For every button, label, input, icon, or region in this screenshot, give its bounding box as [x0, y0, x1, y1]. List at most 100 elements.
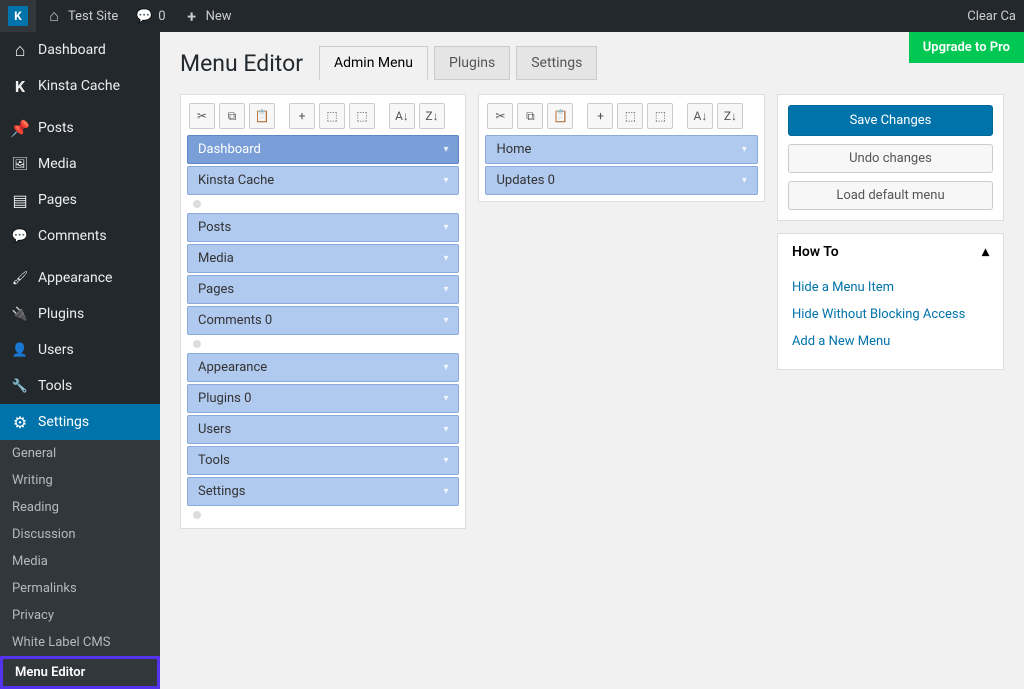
- toolbar-btn-1[interactable]: ⧉: [219, 103, 245, 129]
- tab-settings[interactable]: Settings: [516, 46, 597, 80]
- sidebar-item-appearance[interactable]: Appearance: [0, 260, 160, 296]
- menu-item-label: Dashboard: [198, 142, 261, 157]
- menu-item-comments-0[interactable]: Comments 0▾: [187, 306, 459, 335]
- wp-logo-icon: K: [8, 6, 28, 26]
- sidebar-subitem-privacy[interactable]: Privacy: [0, 602, 160, 629]
- sidebar-subitem-media[interactable]: Media: [0, 548, 160, 575]
- expand-icon: ▾: [443, 486, 448, 497]
- menu-separator[interactable]: [187, 508, 459, 522]
- media-icon: [10, 154, 30, 174]
- expand-icon: ▾: [742, 144, 747, 155]
- howto-link[interactable]: Hide Without Blocking Access: [792, 301, 989, 328]
- tab-plugins[interactable]: Plugins: [434, 46, 510, 80]
- expand-icon: ▾: [443, 253, 448, 264]
- menu-separator[interactable]: [187, 197, 459, 211]
- expand-icon: ▾: [443, 393, 448, 404]
- sidebar-subitem-menu-editor[interactable]: Menu Editor: [0, 656, 160, 689]
- undo-button[interactable]: Undo changes: [788, 144, 993, 173]
- sidebar-item-label: Media: [38, 156, 77, 172]
- menu-item-kinsta-cache[interactable]: Kinsta Cache▾: [187, 166, 459, 195]
- menu-item-label: Posts: [198, 220, 231, 235]
- toolbar-btn-5[interactable]: ⬚: [647, 103, 673, 129]
- load-default-button[interactable]: Load default menu: [788, 181, 993, 210]
- sidebar-item-posts[interactable]: Posts: [0, 110, 160, 146]
- menu-item-label: Media: [198, 251, 234, 266]
- pin-icon: [10, 118, 30, 138]
- menu-item-dashboard[interactable]: Dashboard▾: [187, 135, 459, 164]
- howto-toggle[interactable]: How To ▴: [778, 234, 1003, 270]
- toolbar-btn-4[interactable]: ⬚: [617, 103, 643, 129]
- toolbar-btn-5[interactable]: ⬚: [349, 103, 375, 129]
- sidebar-subitem-general[interactable]: General: [0, 440, 160, 467]
- sidebar-item-media[interactable]: Media: [0, 146, 160, 182]
- toolbar-btn-1[interactable]: ⧉: [517, 103, 543, 129]
- sidebar-item-dashboard[interactable]: Dashboard: [0, 32, 160, 68]
- sidebar-subitem-permalinks[interactable]: Permalinks: [0, 575, 160, 602]
- toolbar-btn-4[interactable]: ⬚: [319, 103, 345, 129]
- sidebar-subitem-white-label-cms[interactable]: White Label CMS: [0, 629, 160, 656]
- menu-separator[interactable]: [187, 337, 459, 351]
- menu-item-label: Pages: [198, 282, 234, 297]
- sidebar-item-users[interactable]: Users: [0, 332, 160, 368]
- left-toolbar: ✂⧉📋+⬚⬚A↓Z↓: [187, 101, 459, 135]
- new-label: New: [206, 9, 232, 24]
- admin-sidebar: Dashboard Kinsta Cache Posts Media Pages Comm…: [0, 32, 160, 670]
- howto-link[interactable]: Hide a Menu Item: [792, 274, 989, 301]
- menu-item-users[interactable]: Users▾: [187, 415, 459, 444]
- expand-icon: ▾: [443, 315, 448, 326]
- menu-item-pages[interactable]: Pages ▾: [187, 275, 459, 304]
- comments-link[interactable]: 0: [126, 0, 173, 32]
- menu-item-appearance[interactable]: Appearance▾: [187, 353, 459, 382]
- sidebar-item-pages[interactable]: Pages: [0, 182, 160, 218]
- menu-item-updates-0[interactable]: Updates 0▾: [485, 166, 757, 195]
- menu-item-tools[interactable]: Tools▾: [187, 446, 459, 475]
- howto-links: Hide a Menu ItemHide Without Blocking Ac…: [778, 270, 1003, 369]
- k-icon: [10, 76, 30, 96]
- tab-admin-menu[interactable]: Admin Menu: [319, 46, 428, 80]
- new-content-link[interactable]: New: [174, 0, 240, 32]
- menu-item-settings[interactable]: Settings▾: [187, 477, 459, 506]
- toolbar-btn-7[interactable]: Z↓: [717, 103, 743, 129]
- menu-item-home[interactable]: Home▾: [485, 135, 757, 164]
- sidebar-item-label: Plugins: [38, 306, 84, 322]
- sidebar-item-kinsta-cache[interactable]: Kinsta Cache: [0, 68, 160, 104]
- toolbar-btn-0[interactable]: ✂: [189, 103, 215, 129]
- sidebar-subitem-discussion[interactable]: Discussion: [0, 521, 160, 548]
- sidebar-item-label: Pages: [38, 192, 77, 208]
- action-buttons: Save Changes Undo changes Load default m…: [777, 94, 1004, 221]
- sidebar-item-plugins[interactable]: Plugins: [0, 296, 160, 332]
- expand-icon: ▾: [443, 222, 448, 233]
- menu-item-media[interactable]: Media ▾: [187, 244, 459, 273]
- toolbar-btn-0[interactable]: ✂: [487, 103, 513, 129]
- toolbar-btn-2[interactable]: 📋: [547, 103, 573, 129]
- toolbar-btn-6[interactable]: A↓: [687, 103, 713, 129]
- clear-cache-link[interactable]: Clear Ca: [959, 0, 1024, 32]
- menu-item-plugins-0[interactable]: Plugins 0▾: [187, 384, 459, 413]
- admin-bar: K Test Site 0 New Clear Ca: [0, 0, 1024, 32]
- toolbar-btn-3[interactable]: +: [587, 103, 613, 129]
- menu-item-posts[interactable]: Posts ▾: [187, 213, 459, 242]
- toolbar-btn-2[interactable]: 📋: [249, 103, 275, 129]
- menu-item-label: Kinsta Cache: [198, 173, 274, 188]
- toolbar-btn-7[interactable]: Z↓: [419, 103, 445, 129]
- sidebar-item-tools[interactable]: Tools: [0, 368, 160, 404]
- save-button[interactable]: Save Changes: [788, 105, 993, 136]
- sidebar-item-label: Settings: [38, 414, 89, 430]
- expand-icon: ▾: [443, 455, 448, 466]
- settings-icon: [10, 412, 30, 432]
- sidebar-item-comments[interactable]: Comments: [0, 218, 160, 254]
- howto-link[interactable]: Add a New Menu: [792, 328, 989, 355]
- sidebar-item-label: Kinsta Cache: [38, 78, 120, 94]
- site-name-link[interactable]: Test Site: [36, 0, 126, 32]
- plugin-icon: [10, 304, 30, 324]
- expand-icon: ▾: [443, 284, 448, 295]
- sidebar-subitem-writing[interactable]: Writing: [0, 467, 160, 494]
- sidebar-item-settings[interactable]: Settings: [0, 404, 160, 440]
- wp-logo[interactable]: K: [0, 0, 36, 32]
- expand-icon: ▾: [443, 424, 448, 435]
- toolbar-btn-6[interactable]: A↓: [389, 103, 415, 129]
- toolbar-btn-3[interactable]: +: [289, 103, 315, 129]
- sidebar-subitem-reading[interactable]: Reading: [0, 494, 160, 521]
- plus-icon: [182, 6, 202, 26]
- upgrade-button[interactable]: Upgrade to Pro: [909, 32, 1024, 63]
